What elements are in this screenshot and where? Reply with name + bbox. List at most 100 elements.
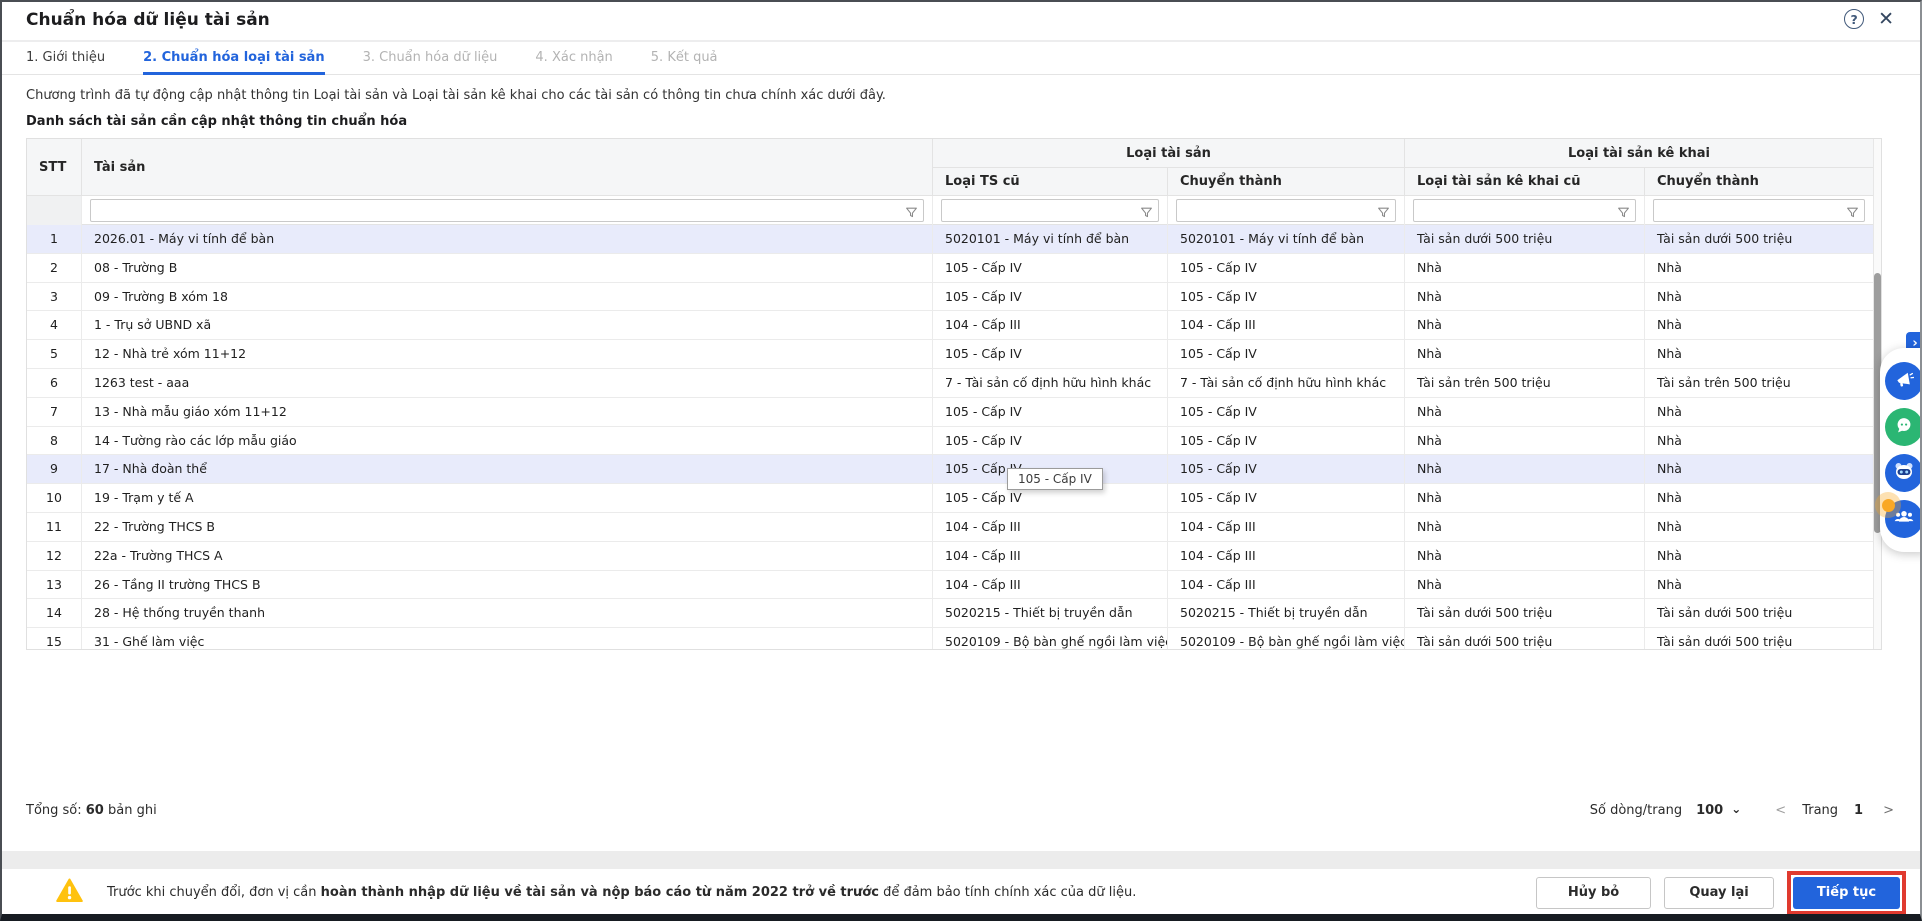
- old-declared-cell: Nhà: [1405, 484, 1645, 513]
- warning-text-before: Trước khi chuyển đổi, đơn vị cần: [107, 885, 321, 900]
- table-row[interactable]: 9 17 - Nhà đoàn thể 105 - Cấp IV 105 - C…: [27, 455, 1873, 484]
- filter-old-declared-input[interactable]: [1413, 199, 1636, 222]
- standardize-assets-dialog: Chuẩn hóa dữ liệu tài sản ? ✕ 1. Giới th…: [0, 0, 1922, 921]
- table-row[interactable]: 11 22 - Trường THCS B 104 - Cấp III 104 …: [27, 513, 1873, 542]
- new-type-cell: 105 - Cấp IV: [1168, 340, 1405, 369]
- old-declared-cell: Nhà: [1405, 427, 1645, 456]
- warning-text: Trước khi chuyển đổi, đơn vị cần hoàn th…: [107, 885, 1136, 900]
- new-type-cell: 5020101 - Máy vi tính để bàn: [1168, 225, 1405, 254]
- tab-chuan-hoa-loai-tai-san[interactable]: 2. Chuẩn hóa loại tài sản: [143, 42, 324, 75]
- warning-text-after: để đảm bảo tính chính xác của dữ liệu.: [879, 885, 1136, 900]
- page-size-value: 100: [1696, 803, 1723, 818]
- asset-cell: 22a - Trường THCS A: [82, 542, 933, 571]
- col-header-new-type: Chuyển thành: [1168, 168, 1405, 196]
- col-header-old-declared: Loại tài sản kê khai cũ: [1405, 168, 1645, 196]
- old-type-cell: 105 - Cấp IV: [933, 427, 1168, 456]
- asset-cell: 17 - Nhà đoàn thể: [82, 455, 933, 484]
- list-title: Danh sách tài sản cần cập nhật thông tin…: [26, 114, 407, 129]
- new-declared-cell: Tài sản dưới 500 triệu: [1645, 599, 1873, 628]
- new-type-cell: 104 - Cấp III: [1168, 542, 1405, 571]
- action-bar: Trước khi chuyển đổi, đơn vị cần hoàn th…: [2, 869, 1920, 916]
- new-type-cell: 105 - Cấp IV: [1168, 398, 1405, 427]
- next-page-icon[interactable]: >: [1883, 803, 1894, 818]
- page-title: Chuẩn hóa dữ liệu tài sản: [26, 10, 270, 30]
- page-size-select[interactable]: 100 ⌄: [1696, 803, 1741, 818]
- continue-button[interactable]: Tiếp tục: [1793, 877, 1900, 909]
- filter-new-declared-input[interactable]: [1653, 199, 1865, 222]
- table-row[interactable]: 5 12 - Nhà trẻ xóm 11+12 105 - Cấp IV 10…: [27, 340, 1873, 369]
- row-index: 11: [27, 513, 82, 542]
- old-declared-cell: Nhà: [1405, 398, 1645, 427]
- list-footer: Tổng số: 60 bản ghi Số dòng/trang 100 ⌄ …: [26, 798, 1894, 822]
- tab-xac-nhan: 4. Xác nhận: [535, 42, 612, 75]
- old-declared-cell: Nhà: [1405, 340, 1645, 369]
- row-index: 7: [27, 398, 82, 427]
- old-declared-cell: Tài sản dưới 500 triệu: [1405, 225, 1645, 254]
- close-icon[interactable]: ✕: [1878, 9, 1894, 29]
- notification-dot: [1882, 499, 1895, 512]
- asset-cell: 08 - Trường B: [82, 254, 933, 283]
- table-row[interactable]: 7 13 - Nhà mẫu giáo xóm 11+12 105 - Cấp …: [27, 398, 1873, 427]
- assistant-bot-button[interactable]: [1885, 454, 1922, 492]
- wizard-steps: 1. Giới thiệu 2. Chuẩn hóa loại tài sản …: [2, 42, 1920, 75]
- asset-cell: 13 - Nhà mẫu giáo xóm 11+12: [82, 398, 933, 427]
- row-index: 15: [27, 628, 82, 649]
- table-row[interactable]: 10 19 - Trạm y tế A 105 - Cấp IV 105 - C…: [27, 484, 1873, 513]
- intro-text: Chương trình đã tự động cập nhật thông t…: [26, 88, 886, 103]
- bottom-gap: [2, 851, 1920, 869]
- old-declared-cell: Tài sản dưới 500 triệu: [1405, 599, 1645, 628]
- table-row[interactable]: 4 1 - Trụ sở UBND xã 104 - Cấp III 104 -…: [27, 311, 1873, 340]
- old-declared-cell: Nhà: [1405, 571, 1645, 600]
- asset-cell: 2026.01 - Máy vi tính để bàn: [82, 225, 933, 254]
- table-row[interactable]: 15 31 - Ghế làm việc 5020109 - Bộ bàn gh…: [27, 628, 1873, 649]
- help-icon[interactable]: ?: [1844, 9, 1864, 29]
- new-type-cell: 105 - Cấp IV: [1168, 455, 1405, 484]
- floating-side-panel: [1880, 348, 1922, 552]
- old-type-cell: 7 - Tài sản cố định hữu hình khác: [933, 369, 1168, 398]
- table-row[interactable]: 14 28 - Hệ thống truyền thanh 5020215 - …: [27, 599, 1873, 628]
- table-header: STT Tài sản Loại tài sản Loại tài sản kê…: [27, 139, 1873, 196]
- back-button[interactable]: Quay lại: [1664, 877, 1774, 909]
- new-type-cell: 105 - Cấp IV: [1168, 427, 1405, 456]
- filter-cell-stt: [27, 196, 82, 225]
- cancel-button[interactable]: Hủy bỏ: [1536, 877, 1651, 909]
- prev-page-icon[interactable]: <: [1775, 803, 1786, 818]
- announcement-button[interactable]: [1885, 362, 1922, 400]
- table-row[interactable]: 8 14 - Tường rào các lớp mẫu giáo 105 - …: [27, 427, 1873, 456]
- old-declared-cell: Nhà: [1405, 513, 1645, 542]
- table-row[interactable]: 1 2026.01 - Máy vi tính để bàn 5020101 -…: [27, 225, 1873, 254]
- new-declared-cell: Nhà: [1645, 542, 1873, 571]
- asset-cell: 14 - Tường rào các lớp mẫu giáo: [82, 427, 933, 456]
- total-value: 60: [86, 803, 104, 818]
- total-unit: bản ghi: [108, 803, 157, 818]
- table-row[interactable]: 2 08 - Trường B 105 - Cấp IV 105 - Cấp I…: [27, 254, 1873, 283]
- old-type-cell: 105 - Cấp IV: [933, 254, 1168, 283]
- new-declared-cell: Tài sản dưới 500 triệu: [1645, 628, 1873, 649]
- table-row[interactable]: 12 22a - Trường THCS A 104 - Cấp III 104…: [27, 542, 1873, 571]
- new-declared-cell: Nhà: [1645, 311, 1873, 340]
- page-size-label: Số dòng/trang: [1590, 803, 1682, 818]
- current-page[interactable]: 1: [1854, 803, 1863, 818]
- asset-cell: 1 - Trụ sở UBND xã: [82, 311, 933, 340]
- asset-cell: 12 - Nhà trẻ xóm 11+12: [82, 340, 933, 369]
- asset-cell: 09 - Trường B xóm 18: [82, 283, 933, 312]
- row-index: 10: [27, 484, 82, 513]
- filter-new-type-input[interactable]: [1176, 199, 1396, 222]
- new-type-cell: 5020215 - Thiết bị truyền dẫn: [1168, 599, 1405, 628]
- row-index: 1: [27, 225, 82, 254]
- old-declared-cell: Nhà: [1405, 254, 1645, 283]
- row-index: 9: [27, 455, 82, 484]
- row-index: 3: [27, 283, 82, 312]
- table-row[interactable]: 13 26 - Tầng II trường THCS B 104 - Cấp …: [27, 571, 1873, 600]
- cell-tooltip: 105 - Cấp IV: [1007, 468, 1103, 490]
- community-button[interactable]: [1885, 500, 1922, 538]
- filter-old-type-input[interactable]: [941, 199, 1159, 222]
- col-header-old-type: Loại TS cũ: [933, 168, 1168, 196]
- table-row[interactable]: 6 1263 test - aaa 7 - Tài sản cố định hữ…: [27, 369, 1873, 398]
- filter-asset-input[interactable]: [90, 199, 924, 222]
- chat-support-button[interactable]: [1885, 408, 1922, 446]
- old-type-cell: 104 - Cấp III: [933, 311, 1168, 340]
- table-row[interactable]: 3 09 - Trường B xóm 18 105 - Cấp IV 105 …: [27, 283, 1873, 312]
- old-declared-cell: Nhà: [1405, 311, 1645, 340]
- tab-gioi-thieu[interactable]: 1. Giới thiệu: [26, 42, 105, 75]
